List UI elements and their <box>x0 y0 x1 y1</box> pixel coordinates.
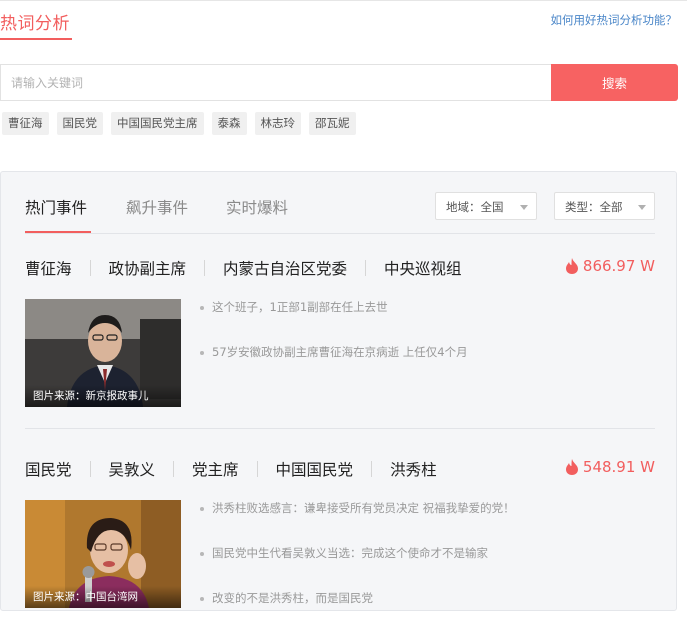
hot-tag[interactable]: 泰森 <box>211 112 247 135</box>
tabs-divider <box>25 233 655 234</box>
image-caption: 图片来源：新京报政事儿 <box>25 385 181 407</box>
heat-score: 548.91 W <box>565 458 655 476</box>
top-divider <box>0 0 687 1</box>
keyword-divider <box>89 461 91 477</box>
heat-score: 866.97 W <box>565 257 655 275</box>
event-card: 曹征海 政协副主席 内蒙古自治区党委 中央巡视组 866.97 W 图片来源：新… <box>25 257 655 429</box>
event-card: 国民党 吴敦义 党主席 中国国民党 洪秀柱 548.91 W 图片来源：中国台湾… <box>25 458 655 630</box>
chevron-down-icon <box>520 205 528 210</box>
event-keyword[interactable]: 曹征海 <box>25 257 72 279</box>
search-button[interactable]: 搜索 <box>551 64 678 101</box>
tab-hot-events[interactable]: 热门事件 <box>25 196 87 218</box>
event-keyword[interactable]: 吴敦义 <box>109 458 156 480</box>
event-keyword[interactable]: 中央巡视组 <box>384 257 462 279</box>
keyword-divider <box>371 461 373 477</box>
type-filter-select[interactable]: 类型：全部 <box>554 192 655 220</box>
news-link[interactable]: 57岁安徽政协副主席曹征海在京病逝 上任仅4个月 <box>200 344 468 360</box>
event-keyword[interactable]: 政协副主席 <box>109 257 187 279</box>
keyword-divider <box>173 461 175 477</box>
heat-value: 866.97 W <box>582 257 655 275</box>
tab-realtime-news[interactable]: 实时爆料 <box>226 196 288 218</box>
event-keywords: 国民党 吴敦义 党主席 中国国民党 洪秀柱 <box>25 458 437 480</box>
chevron-down-icon <box>638 205 646 210</box>
title-underline <box>0 38 72 40</box>
news-link[interactable]: 这个班子，1正部1副部在任上去世 <box>200 299 388 315</box>
search-bar: 搜索 <box>0 64 678 101</box>
event-keyword[interactable]: 国民党 <box>25 458 72 480</box>
flame-icon <box>565 459 578 475</box>
type-filter-label: 类型：全部 <box>565 200 623 214</box>
region-filter-select[interactable]: 地域：全国 <box>435 192 537 220</box>
event-image[interactable]: 图片来源：新京报政事儿 <box>25 299 181 407</box>
hot-tag-list: 曹征海 国民党 中国国民党主席 泰森 林志玲 邵瓦妮 <box>2 112 356 135</box>
event-keyword[interactable]: 洪秀柱 <box>390 458 437 480</box>
help-link[interactable]: 如何用好热词分析功能？ <box>551 12 678 28</box>
event-keyword[interactable]: 中国国民党 <box>276 458 354 480</box>
event-keyword[interactable]: 党主席 <box>192 458 239 480</box>
event-image[interactable]: 图片来源：中国台湾网 <box>25 500 181 608</box>
hot-tag[interactable]: 林志玲 <box>254 112 301 135</box>
page-title: 热词分析 <box>0 14 70 34</box>
search-input[interactable] <box>0 64 551 101</box>
event-keywords: 曹征海 政协副主席 内蒙古自治区党委 中央巡视组 <box>25 257 462 279</box>
region-filter-label: 地域：全国 <box>446 200 504 214</box>
image-caption: 图片来源：中国台湾网 <box>25 586 181 608</box>
keyword-divider <box>365 260 367 276</box>
hot-tag[interactable]: 邵瓦妮 <box>309 112 356 135</box>
hot-tag[interactable]: 中国国民党主席 <box>111 112 204 135</box>
keyword-divider <box>89 260 91 276</box>
flame-icon <box>565 258 578 274</box>
tab-rising-events[interactable]: 飙升事件 <box>126 196 188 218</box>
keyword-divider <box>256 461 258 477</box>
news-link[interactable]: 改变的不是洪秀柱，而是国民党 <box>200 590 373 606</box>
news-link[interactable]: 国民党中生代看吴敦义当选：完成这个使命才不是输家 <box>200 545 488 561</box>
news-link[interactable]: 洪秀柱败选感言：谦卑接受所有党员决定 祝福我挚爱的党！ <box>200 500 515 516</box>
event-divider <box>25 428 655 429</box>
events-panel: 热门事件 飙升事件 实时爆料 地域：全国 类型：全部 曹征海 政协副主席 内蒙古… <box>0 171 677 611</box>
heat-value: 548.91 W <box>582 458 655 476</box>
hot-tag[interactable]: 国民党 <box>56 112 103 135</box>
event-keyword[interactable]: 内蒙古自治区党委 <box>223 257 347 279</box>
keyword-divider <box>204 260 206 276</box>
hot-tag[interactable]: 曹征海 <box>2 112 49 135</box>
